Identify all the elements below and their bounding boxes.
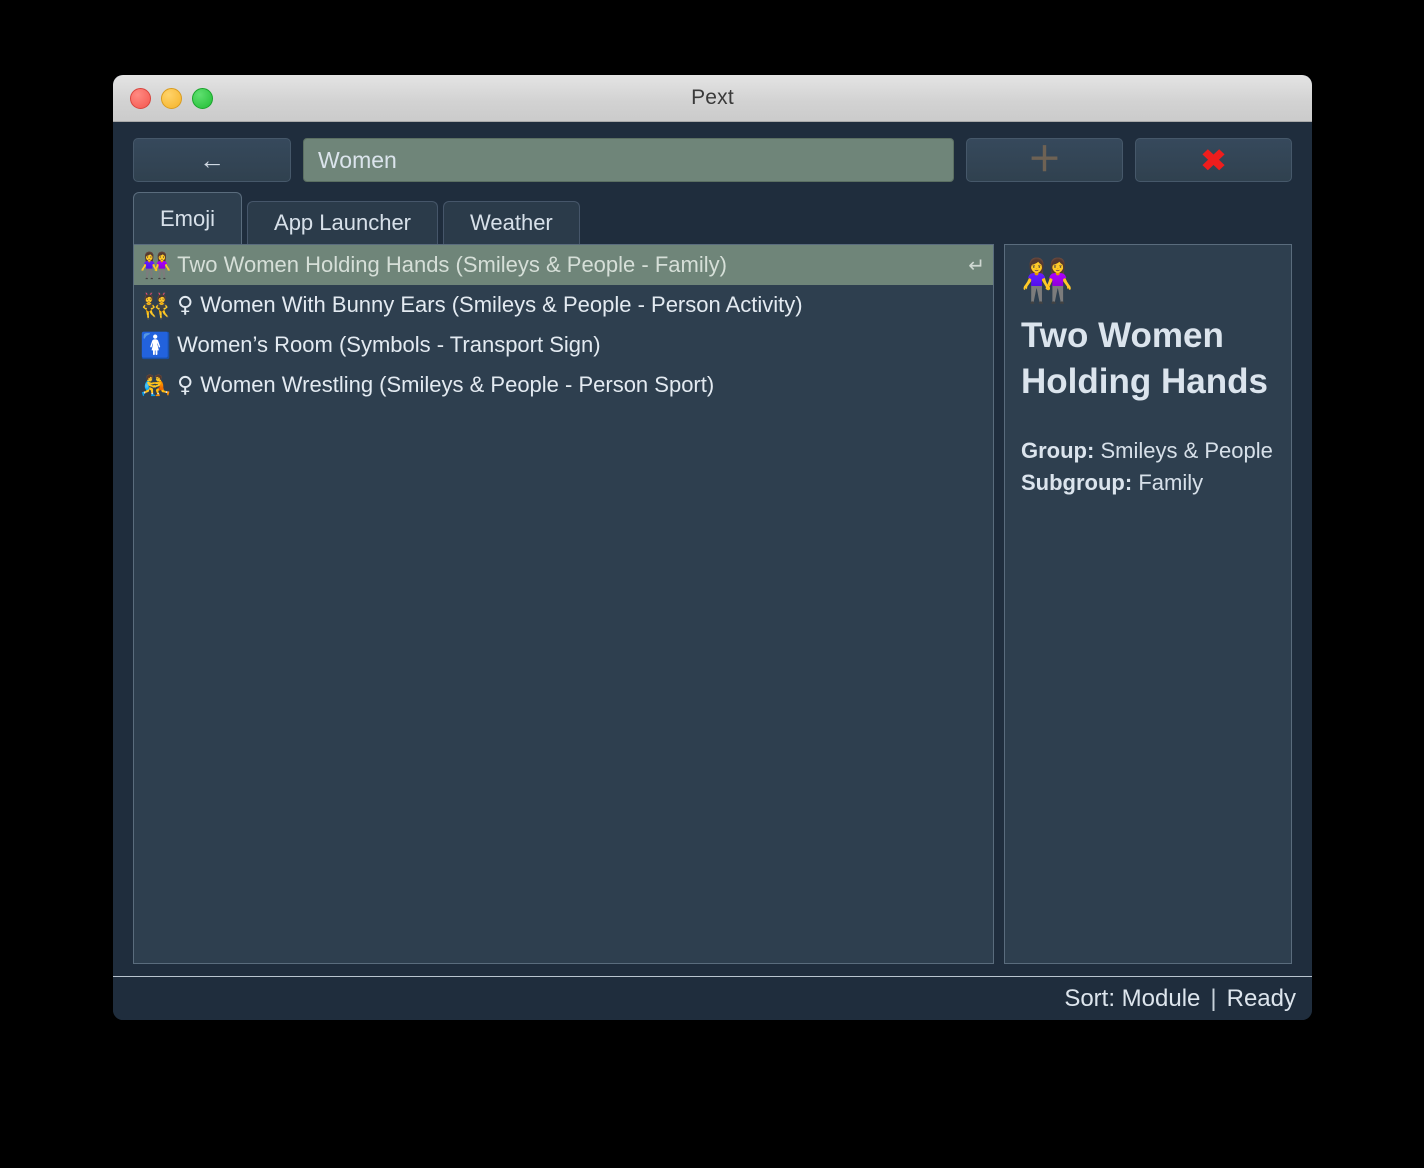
- list-item-label: Women With Bunny Ears (Smileys & People …: [200, 292, 803, 317]
- close-x-icon: ✖: [1200, 143, 1227, 177]
- tab-label: Emoji: [160, 205, 216, 231]
- sort-status: Sort: Module: [1064, 984, 1201, 1012]
- toolbar: ← ＋ ✖: [133, 122, 1292, 192]
- detail-group-label: Group:: [1021, 438, 1095, 464]
- detail-subgroup-label: Subgroup:: [1021, 470, 1133, 496]
- tab-label: Weather: [470, 210, 553, 235]
- tab-app-launcher[interactable]: App Launcher: [247, 201, 439, 244]
- maximize-window-button[interactable]: [192, 87, 213, 109]
- search-input[interactable]: [316, 145, 941, 175]
- search-field[interactable]: [303, 138, 954, 182]
- detail-subgroup-value: Family: [1138, 470, 1204, 496]
- list-item-label: Women’s Room (Symbols - Transport Sign): [177, 332, 601, 357]
- emoji-icon: 👯: [140, 290, 172, 320]
- emoji-icon: 👭: [140, 250, 172, 280]
- screen: Pext ← ＋ ✖ Emoji: [0, 0, 1424, 1168]
- list-item[interactable]: 🤼 ♀ Women Wrestling (Smileys & People - …: [134, 365, 993, 405]
- tab-label: App Launcher: [274, 210, 412, 235]
- list-item[interactable]: 👭 Two Women Holding Hands (Smileys & Peo…: [134, 245, 993, 285]
- window-body: ← ＋ ✖ Emoji App Launcher: [113, 122, 1312, 976]
- female-sign-icon: ♀: [177, 292, 194, 318]
- content-area: 👭 Two Women Holding Hands (Smileys & Peo…: [133, 244, 1292, 976]
- list-item-label: Women Wrestling (Smileys & People - Pers…: [200, 372, 715, 397]
- emoji-icon: 🤼: [140, 370, 172, 400]
- list-item-label: Two Women Holding Hands (Smileys & Peopl…: [177, 252, 727, 277]
- minimize-window-button[interactable]: [161, 87, 182, 109]
- add-tab-button[interactable]: ＋: [966, 138, 1123, 182]
- status-separator: |: [1210, 984, 1217, 1012]
- window-controls: [130, 75, 213, 121]
- detail-emoji-icon: 👭: [1021, 256, 1074, 305]
- detail-group-value: Smileys & People: [1100, 438, 1273, 464]
- emoji-icon: 🚺: [140, 330, 172, 360]
- arrow-left-icon: ←: [199, 145, 225, 175]
- tab-bar: Emoji App Launcher Weather: [133, 192, 1292, 244]
- list-item[interactable]: 🚺 Women’s Room (Symbols - Transport Sign…: [134, 325, 993, 365]
- detail-metadata: Group: Smileys & People Subgroup: Family: [1021, 435, 1275, 499]
- enter-key-icon: ↵: [968, 253, 985, 277]
- ready-status: Ready: [1226, 984, 1296, 1012]
- tab-weather[interactable]: Weather: [443, 201, 580, 244]
- detail-title: Two Women Holding Hands: [1021, 316, 1268, 402]
- list-item[interactable]: 👯 ♀ Women With Bunny Ears (Smileys & Peo…: [134, 285, 993, 325]
- window-title: Pext: [691, 86, 734, 109]
- tab-emoji[interactable]: Emoji: [133, 192, 243, 244]
- female-sign-icon: ♀: [177, 372, 194, 398]
- plus-icon: ＋: [1027, 141, 1062, 179]
- pext-window: Pext ← ＋ ✖ Emoji: [113, 75, 1312, 1020]
- window-titlebar: Pext: [113, 75, 1312, 122]
- status-bar: Sort: Module | Ready: [113, 976, 1312, 1020]
- back-button[interactable]: ←: [133, 138, 291, 182]
- close-window-button[interactable]: [130, 87, 151, 109]
- close-tab-button[interactable]: ✖: [1135, 138, 1292, 182]
- results-list[interactable]: 👭 Two Women Holding Hands (Smileys & Peo…: [133, 244, 994, 964]
- detail-panel: 👭 Two Women Holding Hands Group: Smileys…: [1004, 244, 1292, 964]
